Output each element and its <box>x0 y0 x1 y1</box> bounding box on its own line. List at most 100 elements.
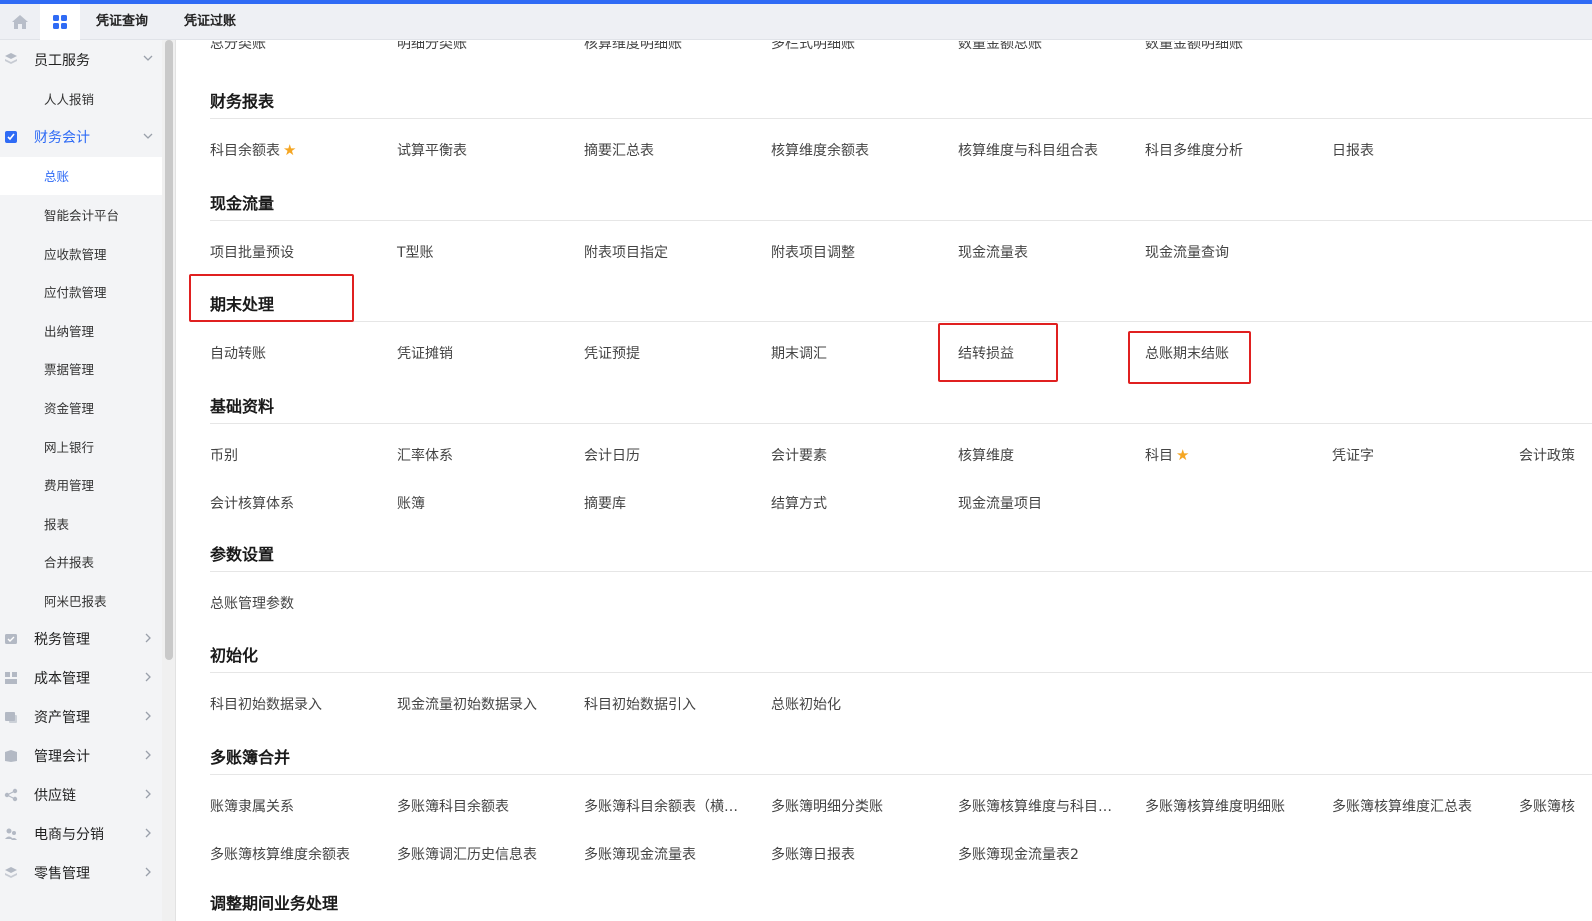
menu-item[interactable]: 多账簿核 <box>1519 796 1575 816</box>
sidebar-item[interactable]: 报表 <box>0 504 162 543</box>
menu-item[interactable]: 凭证字 <box>1332 445 1374 465</box>
menu-item-label: 附表项目调整 <box>771 245 855 261</box>
menu-item[interactable]: 核算维度与科目组合表 <box>958 140 1098 160</box>
sidebar-group[interactable]: 成本管理 <box>0 659 162 698</box>
sidebar-group[interactable]: 员工服务 <box>0 40 162 79</box>
menu-item-label: 多账簿核算维度明细账 <box>1145 799 1285 815</box>
chevron-right-icon <box>145 633 151 643</box>
menu-item[interactable]: 附表项目调整 <box>771 242 855 262</box>
sidebar-scrollbar[interactable] <box>162 40 176 921</box>
menu-item[interactable]: 多账簿现金流量表2 <box>958 844 1079 864</box>
sidebar-item[interactable]: 费用管理 <box>0 465 162 504</box>
menu-item[interactable]: 多栏式明细账 <box>771 41 855 53</box>
sidebar-item[interactable]: 人人报销 <box>0 79 162 118</box>
menu-item[interactable]: T型账 <box>397 242 434 262</box>
sidebar-item[interactable]: 应收款管理 <box>0 234 162 273</box>
menu-item[interactable]: 日报表 <box>1332 140 1374 160</box>
chevron-down-icon <box>143 55 153 61</box>
highlight-box <box>1128 331 1251 384</box>
sidebar-group[interactable]: 财务会计 <box>0 118 162 157</box>
menu-item[interactable]: 核算维度余额表 <box>771 140 869 160</box>
menu-item[interactable]: 科目初始数据录入 <box>210 694 322 714</box>
sidebar-item[interactable]: 合并报表 <box>0 543 162 582</box>
menu-item[interactable]: 多账簿明细分类账 <box>771 796 883 816</box>
sidebar-group[interactable]: 供应链 <box>0 776 162 815</box>
menu-item[interactable]: 期末调汇 <box>771 343 827 363</box>
menu-item[interactable]: 结算方式 <box>771 493 827 513</box>
menu-item[interactable]: 科目多维度分析 <box>1145 140 1243 160</box>
sidebar-item[interactable]: 出纳管理 <box>0 311 162 350</box>
menu-item[interactable]: 会计要素 <box>771 445 827 465</box>
menu-item-label: 多账簿核算维度余额表 <box>210 847 350 863</box>
menu-item[interactable]: 现金流量查询 <box>1145 242 1229 262</box>
menu-item[interactable]: 会计政策 <box>1519 445 1575 465</box>
menu-item[interactable]: 附表项目指定 <box>584 242 668 262</box>
sidebar-item[interactable]: 应付款管理 <box>0 272 162 311</box>
home-tab[interactable] <box>0 4 40 40</box>
menu-item[interactable]: 多账簿科目余额表（横… <box>584 796 738 816</box>
sidebar-item[interactable]: 智能会计平台 <box>0 195 162 234</box>
menu-item[interactable]: 核算维度明细账 <box>584 41 682 53</box>
tab-voucher-query[interactable]: 凭证查询 <box>80 4 176 40</box>
menu-item[interactable]: 总分类账 <box>210 41 266 53</box>
menu-item[interactable]: 账簿隶属关系 <box>210 796 294 816</box>
sidebar-item[interactable]: 阿米巴报表 <box>0 581 162 620</box>
menu-item[interactable]: 摘要库 <box>584 493 626 513</box>
menu-item[interactable]: 多账簿调汇历史信息表 <box>397 844 537 864</box>
menu-item[interactable]: 多账簿现金流量表 <box>584 844 696 864</box>
menu-item[interactable]: 核算维度 <box>958 445 1014 465</box>
section-divider <box>210 774 1592 775</box>
menu-item-label: 项目批量预设 <box>210 245 294 261</box>
menu-item[interactable]: 科目余额表 ★ <box>210 140 296 160</box>
menu-item[interactable]: 多账簿核算维度余额表 <box>210 844 350 864</box>
menu-item[interactable]: 现金流量表 <box>958 242 1028 262</box>
sidebar-item[interactable]: 票据管理 <box>0 350 162 389</box>
menu-item[interactable]: 会计核算体系 <box>210 493 294 513</box>
menu-item[interactable]: 多账簿科目余额表 <box>397 796 509 816</box>
menu-item[interactable]: 自动转账 <box>210 343 266 363</box>
menu-item[interactable]: 多账簿日报表 <box>771 844 855 864</box>
sidebar-group[interactable]: 税务管理 <box>0 620 162 659</box>
sidebar-group[interactable]: 电商与分销 <box>0 815 162 854</box>
sidebar-item[interactable]: 总账 <box>0 156 162 196</box>
menu-item[interactable]: 币别 <box>210 445 238 465</box>
menu-item[interactable]: 会计日历 <box>584 445 640 465</box>
menu-item[interactable]: 摘要汇总表 <box>584 140 654 160</box>
menu-item[interactable]: 多账簿核算维度明细账 <box>1145 796 1285 816</box>
tax-icon <box>5 633 17 644</box>
menu-item[interactable]: 总账初始化 <box>771 694 841 714</box>
menu-item-label: 日报表 <box>1332 143 1374 159</box>
menu-item[interactable]: 试算平衡表 <box>397 140 467 160</box>
menu-item[interactable]: 汇率体系 <box>397 445 453 465</box>
menu-item-label: 会计核算体系 <box>210 496 294 512</box>
section-divider <box>210 672 1592 673</box>
favorite-star-icon[interactable]: ★ <box>1176 446 1189 464</box>
menu-item[interactable]: 总账管理参数 <box>210 593 294 613</box>
menu-item[interactable]: 项目批量预设 <box>210 242 294 262</box>
menu-item[interactable]: 现金流量项目 <box>958 493 1042 513</box>
menu-item[interactable]: 明细分类账 <box>397 41 467 53</box>
scrollbar-thumb[interactable] <box>165 40 173 660</box>
section-title: 调整期间业务处理 <box>210 894 339 913</box>
sidebar-item[interactable]: 网上银行 <box>0 427 162 466</box>
menu-item-label: 汇率体系 <box>397 448 453 464</box>
sidebar-item[interactable]: 资金管理 <box>0 388 162 427</box>
menu-item[interactable]: 凭证预提 <box>584 343 640 363</box>
menu-item-label: 自动转账 <box>210 346 266 362</box>
menu-item[interactable]: 多账簿核算维度与科目… <box>958 796 1112 816</box>
favorite-star-icon[interactable]: ★ <box>283 141 296 159</box>
apps-tab[interactable] <box>40 3 80 40</box>
sidebar-group[interactable]: 资产管理 <box>0 698 162 737</box>
menu-item[interactable]: 科目初始数据引入 <box>584 694 696 714</box>
tab-voucher-posting[interactable]: 凭证过账 <box>176 4 264 40</box>
menu-item-label: T型账 <box>397 245 434 261</box>
menu-item[interactable]: 现金流量初始数据录入 <box>397 694 537 714</box>
menu-item[interactable]: 多账簿核算维度汇总表 <box>1332 796 1472 816</box>
menu-item[interactable]: 科目 ★ <box>1145 445 1189 465</box>
menu-item[interactable]: 数量金额明细账 <box>1145 41 1243 53</box>
sidebar-group[interactable]: 管理会计 <box>0 737 162 776</box>
menu-item[interactable]: 账簿 <box>397 493 425 513</box>
menu-item[interactable]: 凭证摊销 <box>397 343 453 363</box>
sidebar-group[interactable]: 零售管理 <box>0 854 162 893</box>
menu-item[interactable]: 数量金额总账 <box>958 41 1042 53</box>
